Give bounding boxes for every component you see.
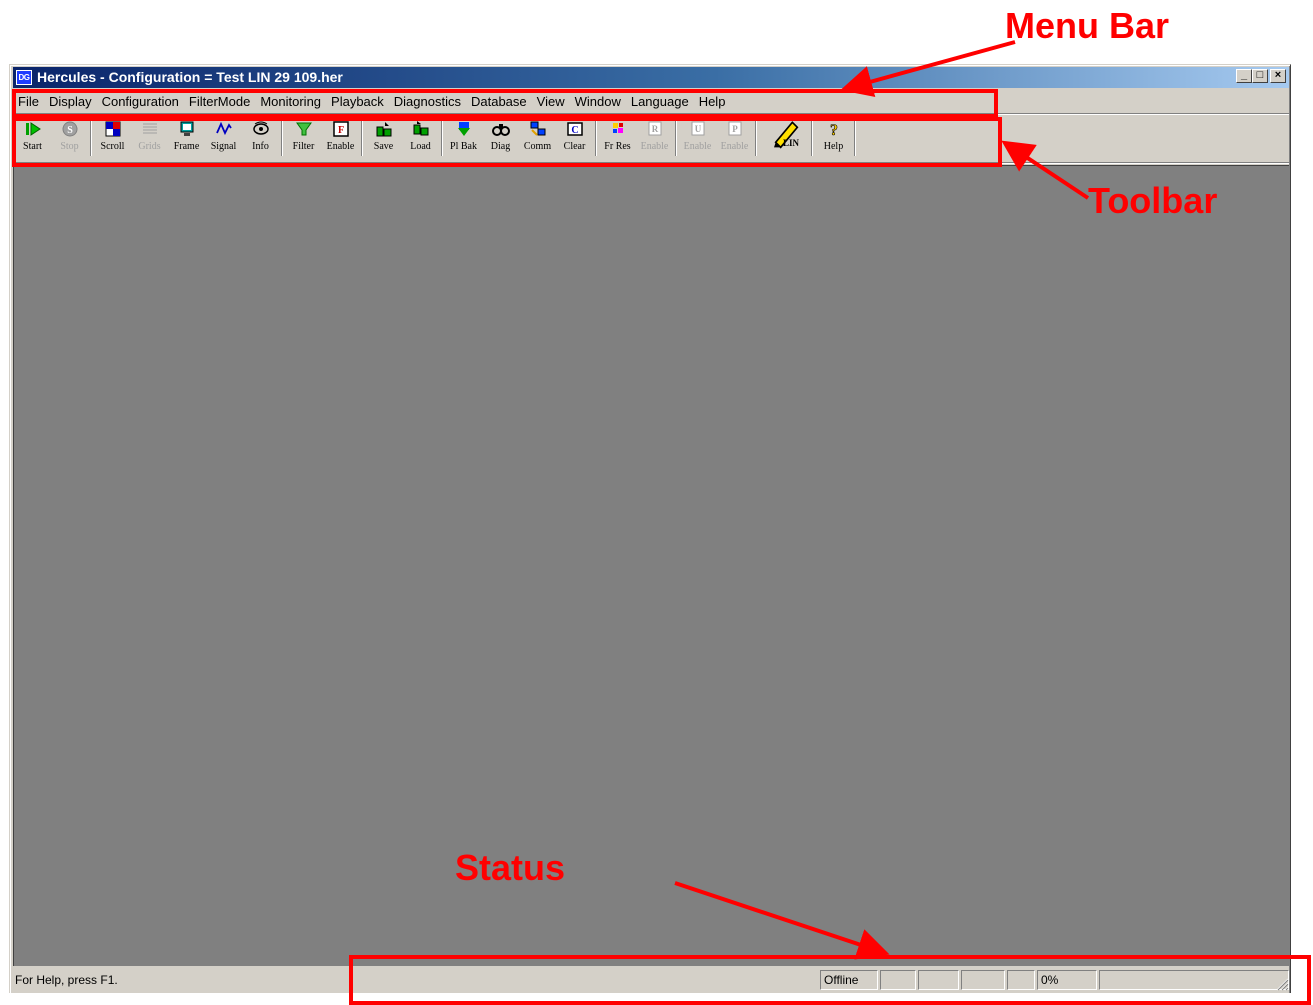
annotation-arrows [674, 40, 1090, 960]
annotation-menu-bar-arrow [840, 40, 1016, 98]
annotation-status-arrow [674, 881, 890, 960]
annotation-toolbar-arrow [1001, 140, 1090, 200]
